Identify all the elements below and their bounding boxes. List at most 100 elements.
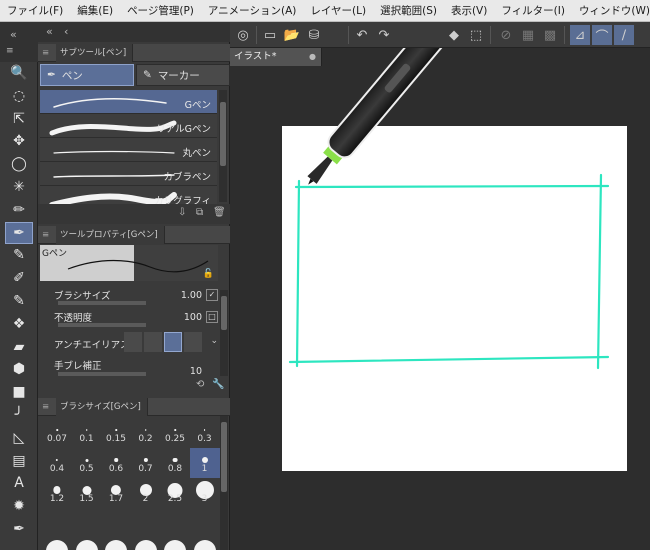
move-icon[interactable]: ✥ — [5, 130, 33, 152]
snap-special-icon[interactable]: ▩ — [540, 25, 560, 45]
subtool-title[interactable]: サブツール[ペン] — [56, 43, 134, 62]
brush-item[interactable]: リアルGペン — [40, 114, 217, 138]
brush-size-cell[interactable]: 0.2 — [131, 418, 161, 448]
lasso-select-icon[interactable]: ◌ — [5, 85, 33, 107]
snap-curve-icon[interactable]: ⌒ — [592, 25, 612, 45]
menu-item[interactable]: レイヤー(L) — [303, 0, 373, 22]
brush-size-cell[interactable]: 0.8 — [160, 448, 190, 478]
magic-wand-icon[interactable]: ✳ — [5, 176, 33, 198]
brush-size-cell[interactable]: 0.4 — [42, 448, 72, 478]
redo-icon[interactable]: ↷ — [374, 25, 394, 45]
opacity-slider[interactable] — [58, 323, 146, 327]
snap-ruler-icon[interactable]: ⊿ — [570, 25, 590, 45]
save-icon[interactable]: ⛁ — [304, 25, 324, 45]
brush-size-cell[interactable] — [160, 538, 190, 550]
collapse-icon[interactable]: « — [46, 25, 53, 38]
collapse-chevrons-icon[interactable]: « — [10, 28, 17, 41]
menu-item[interactable]: アニメーション(A) — [201, 0, 303, 22]
pencil-icon[interactable]: ✎ — [5, 244, 33, 266]
menu-item[interactable]: フィルター(I) — [494, 0, 572, 22]
menu-item[interactable]: ファイル(F) — [0, 0, 70, 22]
brush-item[interactable]: Gペン — [40, 90, 217, 114]
trash-icon[interactable]: 🗑 — [213, 207, 226, 218]
eyedropper-icon[interactable]: ✏ — [5, 199, 33, 221]
stabilization-row[interactable]: 手ブレ補正 10 — [50, 358, 218, 380]
duplicate-icon[interactable]: ⧉ — [196, 207, 203, 218]
tool-property-scrollbar[interactable] — [220, 290, 228, 376]
menu-item[interactable]: ページ管理(P) — [120, 0, 201, 22]
magnifier-icon[interactable]: 🔍 — [5, 62, 33, 84]
reset-icon[interactable]: ⟲ — [196, 379, 204, 390]
brush-size-cell[interactable] — [42, 538, 72, 550]
brush-size-value[interactable]: 1.00 — [181, 290, 202, 301]
clip-studio-icon[interactable]: ◎ — [233, 25, 253, 45]
snap-grid-icon[interactable]: ▦ — [518, 25, 538, 45]
brush-size-cell[interactable]: 0.3 — [190, 418, 220, 448]
wrench-icon[interactable]: 🔧 — [212, 379, 224, 390]
menu-grip-icon[interactable]: ≡ — [42, 44, 49, 62]
brush-size-title[interactable]: ブラシサイズ[Gペン] — [56, 397, 148, 416]
opacity-value[interactable]: 100 — [184, 312, 202, 323]
open-folder-icon[interactable]: 📂 — [282, 25, 302, 45]
brush-size-cell[interactable] — [131, 538, 161, 550]
stabilization-value[interactable]: 10 — [190, 366, 202, 377]
lock-icon[interactable]: 🔓 — [203, 269, 214, 279]
brush-size-cell[interactable]: 1.5 — [72, 478, 102, 508]
gradient-icon[interactable]: ■ — [5, 381, 33, 403]
brush-size-cell[interactable] — [101, 538, 131, 550]
lasso-icon[interactable]: ◯ — [5, 153, 33, 175]
group-tab-pen[interactable]: ✒ ペン — [40, 64, 134, 86]
antialias-none-button[interactable] — [124, 332, 142, 352]
brush-list-scrollbar[interactable] — [219, 90, 227, 202]
antialias-medium-button[interactable] — [164, 332, 182, 352]
group-tab-marker[interactable]: ✎ マーカー — [136, 64, 230, 86]
snap-line-icon[interactable]: ∕ — [614, 25, 634, 45]
antialias-strong-button[interactable] — [184, 332, 202, 352]
brush-size-cell[interactable]: 0.07 — [42, 418, 72, 448]
menu-item[interactable]: ウィンドウ(W) — [572, 0, 650, 22]
brush-size-slider[interactable] — [58, 301, 146, 305]
decoration-icon[interactable]: ❖ — [5, 313, 33, 335]
fill-icon[interactable]: ⬢ — [5, 358, 33, 380]
antialias-weak-button[interactable] — [144, 332, 162, 352]
frame-icon[interactable]: ▤ — [5, 450, 33, 472]
brush-size-cell[interactable]: 0.5 — [72, 448, 102, 478]
pen-tool-icon[interactable]: ✒ — [5, 518, 33, 540]
text-icon[interactable]: A — [5, 472, 33, 494]
menu-item[interactable]: 編集(E) — [70, 0, 120, 22]
snap-off-icon[interactable]: ⊘ — [496, 25, 516, 45]
import-icon[interactable]: ⇩ — [178, 207, 186, 218]
chevron-down-icon[interactable]: ⌄ — [210, 336, 218, 346]
brush-size-cell[interactable]: 1.2 — [42, 478, 72, 508]
ruler-icon[interactable]: ◺ — [5, 427, 33, 449]
menu-grip-icon[interactable]: ≡ — [42, 398, 49, 416]
undo-icon[interactable]: ↶ — [352, 25, 372, 45]
stabilization-slider[interactable] — [58, 372, 146, 376]
layer-move-icon[interactable]: ⇱ — [5, 108, 33, 130]
brush-size-cell[interactable]: 0.6 — [101, 448, 131, 478]
brush-size-cell[interactable]: 1.7 — [101, 478, 131, 508]
eraser-icon[interactable]: ▰ — [5, 336, 33, 358]
brush-size-scrollbar[interactable] — [220, 416, 228, 550]
pen-icon[interactable]: ✒ — [5, 221, 33, 244]
brush-item[interactable]: 丸ペン — [40, 138, 217, 162]
brush-size-cell[interactable]: 0.25 — [160, 418, 190, 448]
brush-size-toggle[interactable]: ✓ — [206, 289, 218, 301]
brush-size-row[interactable]: ブラシサイズ 1.00 ✓ — [50, 288, 218, 310]
brush-size-cell[interactable]: 2.5 — [160, 478, 190, 508]
fill-icon[interactable]: ◆ — [444, 25, 464, 45]
brush-size-cell[interactable] — [72, 538, 102, 550]
balloon-icon[interactable]: ✹ — [5, 495, 33, 517]
opacity-toggle[interactable]: □ — [206, 311, 218, 323]
transform-icon[interactable]: ⬚ — [466, 25, 486, 45]
brush-size-cell[interactable]: 1 — [189, 448, 220, 478]
new-file-icon[interactable]: ▭ — [260, 25, 280, 45]
brush-size-cell[interactable] — [190, 538, 220, 550]
brush-item[interactable]: カブラペン — [40, 162, 217, 186]
menu-item[interactable]: 選択範囲(S) — [373, 0, 444, 22]
menu-grip-icon[interactable]: ≡ — [42, 226, 49, 244]
tool-property-title[interactable]: ツールプロパティ[Gペン] — [56, 225, 165, 244]
back-icon[interactable]: ‹ — [64, 25, 68, 38]
menu-item[interactable]: 表示(V) — [444, 0, 494, 22]
brush-size-cell[interactable]: 0.1 — [72, 418, 102, 448]
